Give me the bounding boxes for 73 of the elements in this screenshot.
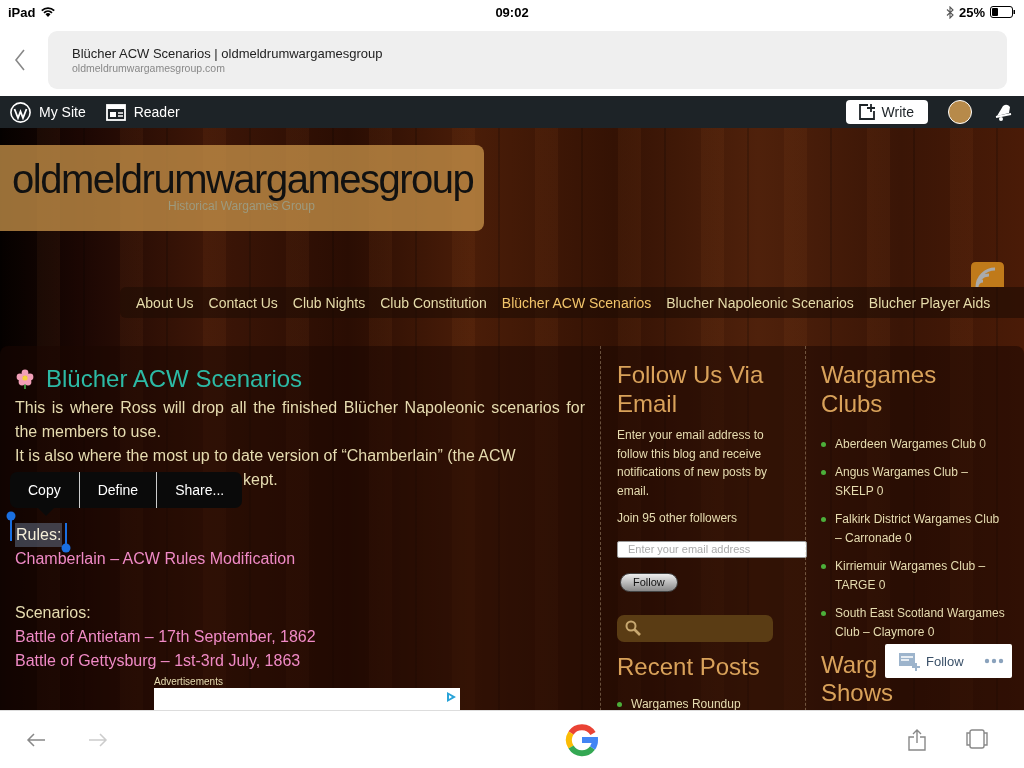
scenario-link[interactable]: Battle of Antietam – 17th September, 1862: [15, 625, 585, 649]
site-title-banner[interactable]: oldmeldrumwargamesgroup Historical Wargames Group: [0, 145, 484, 231]
post-paragraph: It is also where the most up to date version of “Chamberlain” (the ACW: [15, 446, 517, 466]
notification-bell-icon[interactable]: [994, 102, 1014, 122]
follow-icon: [898, 651, 920, 671]
share-icon[interactable]: [908, 728, 926, 751]
bullet-icon: [821, 564, 826, 569]
flower-icon: [15, 369, 35, 389]
nav-link[interactable]: Blucher Player Aids: [868, 294, 991, 311]
ad-choices-icon[interactable]: [445, 691, 457, 703]
followers-count: Join 95 other followers: [617, 510, 739, 527]
write-icon: [857, 103, 876, 121]
clock-time: 09:02: [495, 4, 529, 20]
context-menu-item[interactable]: Share...: [157, 472, 243, 508]
recent-post-link[interactable]: Wargames Roundup: [631, 694, 741, 710]
google-logo[interactable]: [565, 722, 599, 757]
nav-link[interactable]: Club Nights: [292, 294, 366, 311]
wifi-icon: [40, 6, 57, 18]
club-link[interactable]: South East Scotland Wargames Club – Claymore 0: [835, 604, 1009, 642]
widget-heading: Warg: [821, 651, 878, 679]
club-link[interactable]: Kirriemuir Wargames Club – TARGE 0: [835, 557, 1009, 595]
selection-handle[interactable]: [61, 523, 72, 553]
page-title: Blücher ACW Scenarios | oldmeldrumwargamesgroup: [72, 45, 384, 62]
admin-bar-link[interactable]: My Site: [10, 101, 86, 123]
scenarios-heading: Scenarios:: [15, 603, 92, 623]
club-link[interactable]: Aberdeen Wargames Club 0: [835, 435, 986, 454]
widget-heading: Wargames Clubs: [821, 360, 938, 418]
follow-button[interactable]: Follow: [620, 572, 678, 592]
widget-heading: Recent Posts: [617, 651, 761, 681]
address-bar[interactable]: Blücher ACW Scenarios | oldmeldrumwargamesgroup oldmeldrumwargamesgroup.com: [48, 31, 1007, 89]
battery-icon: [990, 6, 1016, 18]
site-title: oldmeldrumwargamesgroup: [12, 159, 475, 199]
widget-heading: Shows: [821, 679, 894, 707]
bluetooth-icon: [945, 5, 954, 19]
widget-heading: Follow Us Via Email: [617, 360, 765, 418]
email-input-field[interactable]: Enter your email address: [617, 540, 807, 558]
scenario-link[interactable]: Battle of Gettysburg – 1st-3rd July, 1863: [15, 649, 585, 673]
admin-bar-link[interactable]: Reader: [105, 103, 180, 121]
context-menu-item[interactable]: Define: [79, 472, 158, 508]
write-button[interactable]: Write: [845, 100, 928, 124]
club-link[interactable]: Angus Wargames Club – SKELP 0: [835, 463, 1009, 501]
reader-icon: [105, 103, 126, 121]
nav-link[interactable]: Blücher ACW Scenarios: [501, 294, 652, 311]
tabs-icon[interactable]: [966, 728, 988, 749]
search-icon: [625, 620, 641, 636]
post-paragraph: This is where Ross will drop all the finished Blücher Napoleonic scenarios for the members to use.: [15, 398, 585, 442]
page-url: oldmeldrumwargamesgroup.com: [72, 62, 226, 75]
context-menu-item[interactable]: Copy: [10, 472, 80, 508]
follow-popup-button[interactable]: Follow: [926, 653, 964, 669]
battery-percentage: 25%: [958, 4, 985, 20]
avatar[interactable]: [948, 100, 972, 124]
club-link[interactable]: Falkirk District Wargames Club – Carronade 0: [835, 510, 1009, 548]
post-title: Blücher ACW Scenarios: [46, 365, 303, 393]
rules-link[interactable]: Chamberlain – ACW Rules Modification: [15, 547, 585, 571]
bullet-icon: [821, 442, 826, 447]
wordpress-logo: [10, 101, 31, 123]
nav-link[interactable]: About Us: [136, 294, 194, 311]
search-field[interactable]: [617, 614, 773, 642]
device-name: iPad: [8, 4, 36, 20]
advertisements-label: Advertisements: [154, 676, 224, 688]
nav-link[interactable]: Contact Us: [208, 294, 278, 311]
more-icon[interactable]: [984, 658, 1004, 664]
follow-description: Enter your email address to follow this blog and receive notifications of new posts by email.: [617, 427, 769, 500]
bullet-icon: [821, 517, 826, 522]
back-arrow-icon[interactable]: [26, 732, 46, 747]
bullet-icon: [821, 611, 826, 616]
bullet-icon: [821, 470, 826, 475]
back-chevron-icon[interactable]: [14, 49, 26, 71]
bullet-icon: [617, 701, 622, 707]
post-text: kept.: [243, 471, 278, 488]
nav-link[interactable]: Blucher Napoleonic Scenarios: [666, 294, 854, 311]
nav-link[interactable]: Club Constitution: [380, 294, 487, 311]
selection-handle[interactable]: [6, 511, 16, 541]
